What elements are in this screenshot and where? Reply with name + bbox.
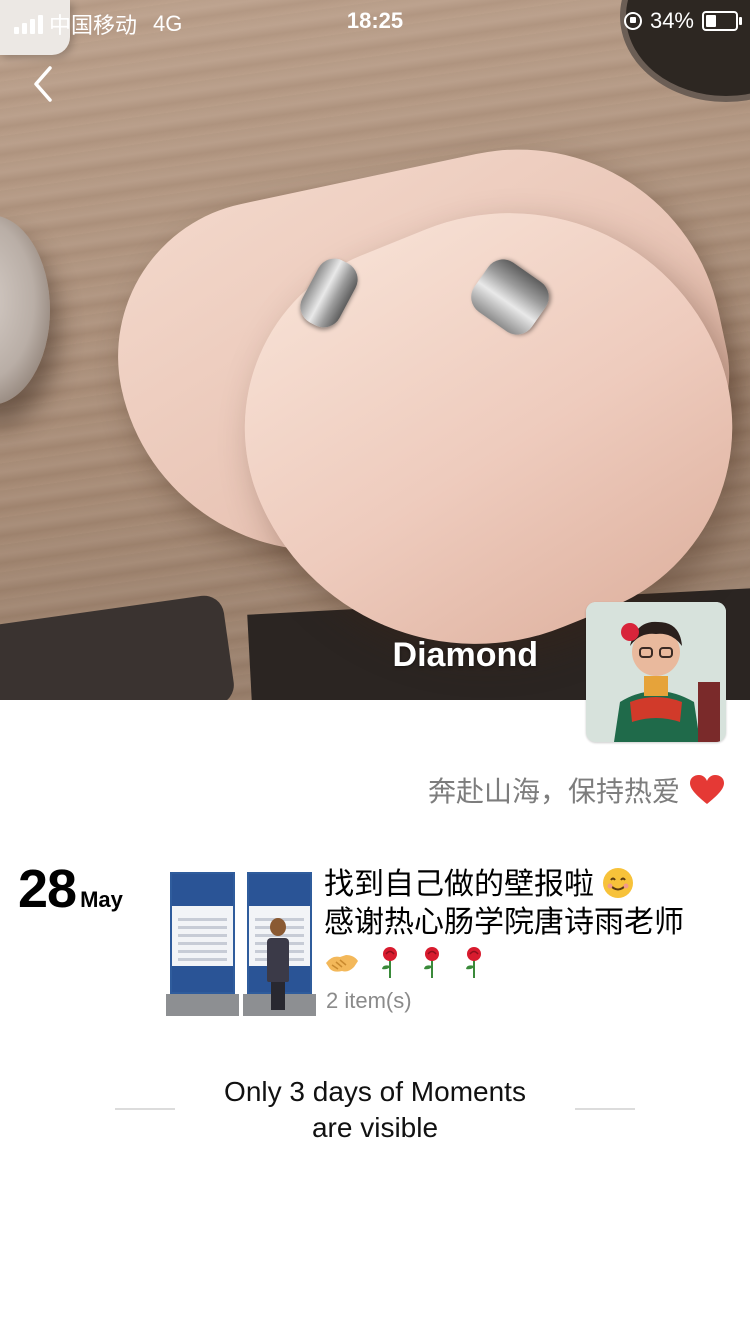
sleeve: [0, 593, 237, 700]
post-item-count: 2 item(s): [326, 988, 412, 1013]
divider: [115, 1108, 175, 1110]
orientation-lock-icon: [623, 12, 642, 30]
battery-icon: [702, 11, 742, 31]
chevron-left-icon: [34, 66, 52, 102]
red-heart-icon: [690, 775, 724, 804]
handshake-icon: [326, 955, 358, 972]
cover-photo[interactable]: [0, 0, 750, 700]
smiling-face-icon: [603, 868, 634, 898]
status-bar: 中国移动 4G 18:25 34%: [0, 0, 750, 40]
battery-percent: 34%: [649, 8, 694, 33]
post-thumbnails[interactable]: [166, 866, 316, 1016]
rose-icon: [424, 947, 439, 978]
visibility-notice: Only 3 days of Moments are visible: [175, 1074, 575, 1146]
visibility-notice-line2: are visible: [311, 1112, 439, 1143]
profile-name: Diamond: [392, 636, 538, 674]
post-text-line: 找到自己做的壁报啦: [324, 866, 734, 904]
post-month: May: [80, 887, 123, 912]
post-thumbnail[interactable]: [166, 866, 239, 1016]
divider: [575, 1108, 635, 1110]
rose-icon: [466, 947, 481, 978]
visibility-notice-line1: Only 3 days of Moments: [224, 1076, 526, 1107]
status-right: 34%: [623, 8, 742, 34]
avatar[interactable]: [586, 602, 726, 742]
post-emoji-row: [324, 944, 734, 980]
signature-text: 奔赴山海，保持热爱: [427, 776, 680, 807]
post-text-line1: 找到自己做的壁报啦: [324, 868, 594, 901]
post-day: 28: [18, 859, 77, 919]
post-text-line2: 感谢热心肠学院唐诗雨老师: [324, 906, 684, 939]
post-text[interactable]: 找到自己做的壁报啦 感谢热心肠学院唐诗雨老师: [324, 866, 734, 980]
rose-icon: [382, 947, 397, 978]
back-button[interactable]: [24, 60, 64, 108]
post-date: 28 May: [18, 858, 123, 920]
post-thumbnail[interactable]: [243, 866, 316, 1016]
glass-cup: [0, 215, 50, 405]
avatar-photo: [586, 602, 726, 742]
signature: 奔赴山海，保持热爱: [428, 770, 724, 810]
person: [265, 918, 291, 1010]
